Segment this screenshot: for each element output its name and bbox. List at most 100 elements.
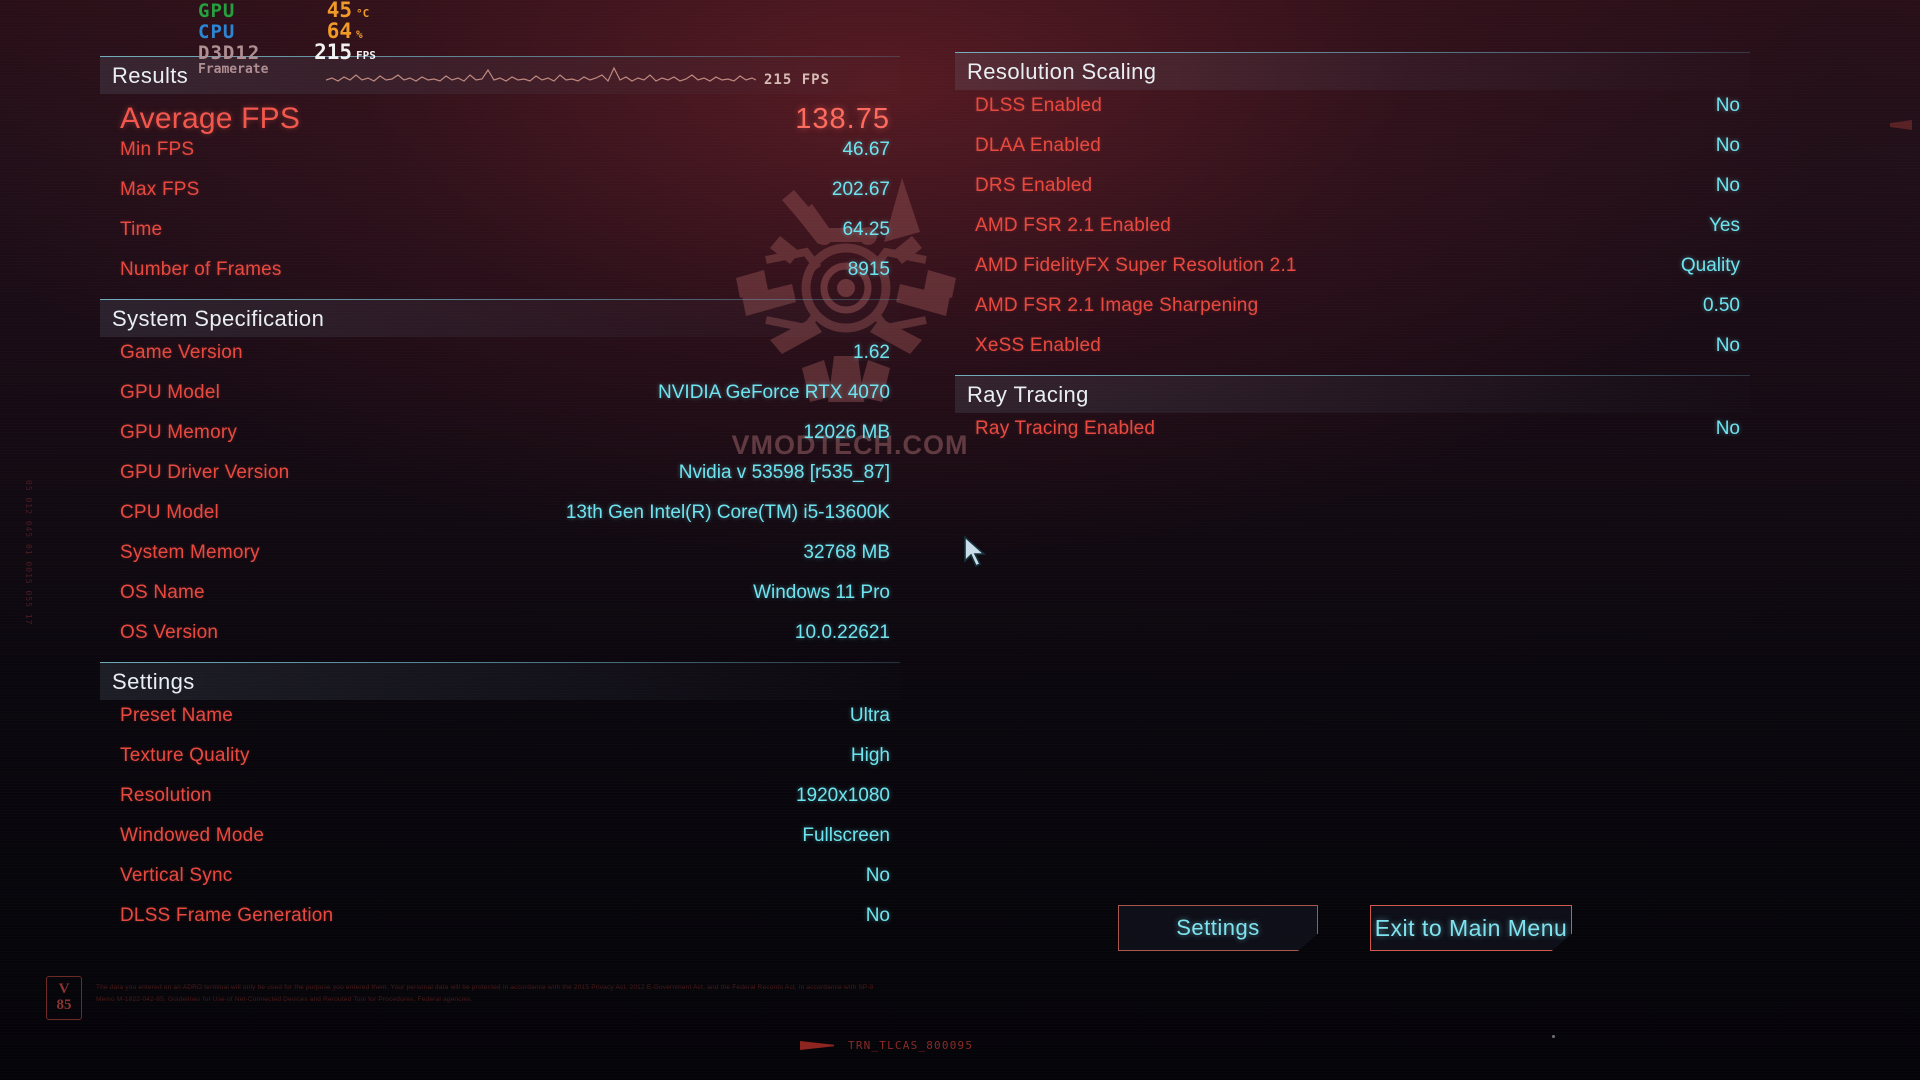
row-label: AMD FSR 2.1 Image Sharpening (975, 295, 1259, 316)
row-label: XeSS Enabled (975, 335, 1101, 356)
table-row: XeSS Enabled No (955, 335, 1750, 375)
section-header-settings: Settings (100, 663, 900, 700)
row-value: 0.50 (1703, 295, 1740, 316)
legal-text: The data you entered on an ADRO terminal… (96, 984, 874, 1004)
legal-disclaimer: V 85 The data you entered on an ADRO ter… (46, 976, 876, 1020)
benchmark-results-screen: VMODTECH.COM GPU 45 °C CPU 64 % D3D12 21… (0, 0, 1920, 1080)
osd-framerate-graph-label: Framerate (198, 62, 269, 77)
side-glyph-left: 05 012 045 01 0015 055 17 (24, 480, 33, 626)
table-row: DRS Enabled No (955, 175, 1750, 215)
row-label: AMD FSR 2.1 Enabled (975, 215, 1171, 236)
row-value: No (865, 865, 890, 886)
table-row: Preset Name Ultra (100, 705, 900, 745)
table-row: Vertical Sync No (100, 865, 900, 905)
row-label: Game Version (120, 342, 243, 363)
section-title-results: Results (112, 62, 189, 88)
row-label: Min FPS (120, 139, 195, 160)
osd-cpu-label: CPU (198, 21, 236, 43)
system-specification-rows: Game Version 1.62 GPU Model NVIDIA GeFor… (100, 337, 900, 662)
row-label: DLAA Enabled (975, 135, 1101, 156)
table-row: Max FPS 202.67 (100, 179, 900, 219)
table-row: Ray Tracing Enabled No (955, 418, 1750, 458)
row-label: GPU Driver Version (120, 462, 290, 483)
row-value: Quality (1680, 255, 1740, 276)
row-value: No (1715, 135, 1740, 156)
row-label: DRS Enabled (975, 175, 1093, 196)
table-row: AMD FidelityFX Super Resolution 2.1 Qual… (955, 255, 1750, 295)
row-label: Preset Name (120, 705, 234, 726)
row-value: 32768 MB (803, 542, 890, 563)
row-label: Max FPS (120, 179, 200, 200)
settings-rows: Preset Name Ultra Texture Quality High R… (100, 700, 900, 945)
row-value: No (1715, 418, 1740, 439)
section-resolution-scaling: Resolution Scaling DLSS Enabled No DLAA … (955, 52, 1750, 375)
version-badge: V 85 (46, 976, 82, 1020)
section-title-ray-tracing: Ray Tracing (967, 381, 1089, 407)
section-header-ray-tracing: Ray Tracing (955, 376, 1750, 413)
row-label: AMD FidelityFX Super Resolution 2.1 (975, 255, 1297, 276)
table-row: Windowed Mode Fullscreen (100, 825, 900, 865)
table-row: GPU Model NVIDIA GeForce RTX 4070 (100, 382, 900, 422)
section-header-system-specification: System Specification (100, 300, 900, 337)
row-value: No (1715, 95, 1740, 116)
row-value: 10.0.22621 (794, 622, 890, 643)
row-value: 138.75 (795, 102, 890, 135)
settings-button-label: Settings (1176, 915, 1260, 940)
exit-to-main-menu-button-label: Exit to Main Menu (1374, 914, 1568, 941)
row-value: 8915 (847, 259, 890, 280)
row-label: OS Version (120, 622, 219, 643)
osd-fps-unit: FPS (356, 49, 376, 62)
osd-cpu-unit: % (356, 28, 363, 41)
section-system-specification: System Specification Game Version 1.62 G… (100, 299, 900, 662)
row-value: Ultra (849, 705, 890, 726)
row-label: Ray Tracing Enabled (975, 418, 1156, 439)
row-value: 46.67 (842, 139, 890, 160)
table-row: AMD FSR 2.1 Image Sharpening 0.50 (955, 295, 1750, 335)
osd-api-label: D3D12 (198, 42, 261, 64)
osd-gpu-label: GPU (198, 0, 236, 22)
osd-row-api: D3D12 215 FPS (198, 42, 376, 63)
row-label: DLSS Frame Generation (120, 905, 334, 926)
row-label: Average FPS (120, 102, 301, 135)
table-row: Average FPS 138.75 (100, 99, 900, 139)
row-value: No (1715, 335, 1740, 356)
table-row: CPU Model 13th Gen Intel(R) Core(TM) i5-… (100, 502, 900, 542)
side-glyph-right-icon (1890, 120, 1912, 130)
table-row: OS Name Windows 11 Pro (100, 582, 900, 622)
section-title-system-specification: System Specification (112, 305, 325, 331)
table-row: AMD FSR 2.1 Enabled Yes (955, 215, 1750, 255)
version-badge-bottom: 85 (56, 997, 72, 1013)
section-settings: Settings Preset Name Ultra Texture Quali… (100, 662, 900, 945)
osd-row-gpu: GPU 45 °C (198, 0, 376, 21)
table-row: DLSS Enabled No (955, 95, 1750, 135)
row-value: NVIDIA GeForce RTX 4070 (658, 382, 890, 403)
section-ray-tracing: Ray Tracing Ray Tracing Enabled No (955, 375, 1750, 458)
row-label: Resolution (120, 785, 212, 806)
exit-to-main-menu-button[interactable]: Exit to Main Menu (1370, 905, 1572, 951)
settings-button[interactable]: Settings (1118, 905, 1318, 951)
table-row: Texture Quality High (100, 745, 900, 785)
row-value: Fullscreen (802, 825, 890, 846)
table-row: Game Version 1.62 (100, 342, 900, 382)
row-value: No (1715, 175, 1740, 196)
row-label: CPU Model (120, 502, 219, 523)
section-title-settings: Settings (112, 668, 195, 694)
osd-row-cpu: CPU 64 % (198, 21, 376, 42)
row-label: Number of Frames (120, 259, 282, 280)
osd-fps-value: 215 (314, 40, 352, 64)
left-column: Results Average FPS 138.75 Min FPS 46.67… (100, 56, 900, 945)
ray-tracing-rows: Ray Tracing Enabled No (955, 413, 1750, 458)
mouse-cursor (964, 535, 987, 568)
table-row: DLAA Enabled No (955, 135, 1750, 175)
osd-framerate-graph (326, 66, 756, 83)
row-value: 1920x1080 (795, 785, 890, 806)
row-value: 1.62 (853, 342, 890, 363)
build-tag-label: TRN_TLCAS_800095 (848, 1039, 974, 1052)
row-value: No (865, 905, 890, 926)
table-row: Time 64.25 (100, 219, 900, 259)
row-value: 12026 MB (803, 422, 890, 443)
row-value: 13th Gen Intel(R) Core(TM) i5-13600K (565, 502, 890, 523)
table-row: GPU Memory 12026 MB (100, 422, 900, 462)
row-value: Yes (1709, 215, 1740, 236)
row-label: Vertical Sync (120, 865, 233, 886)
